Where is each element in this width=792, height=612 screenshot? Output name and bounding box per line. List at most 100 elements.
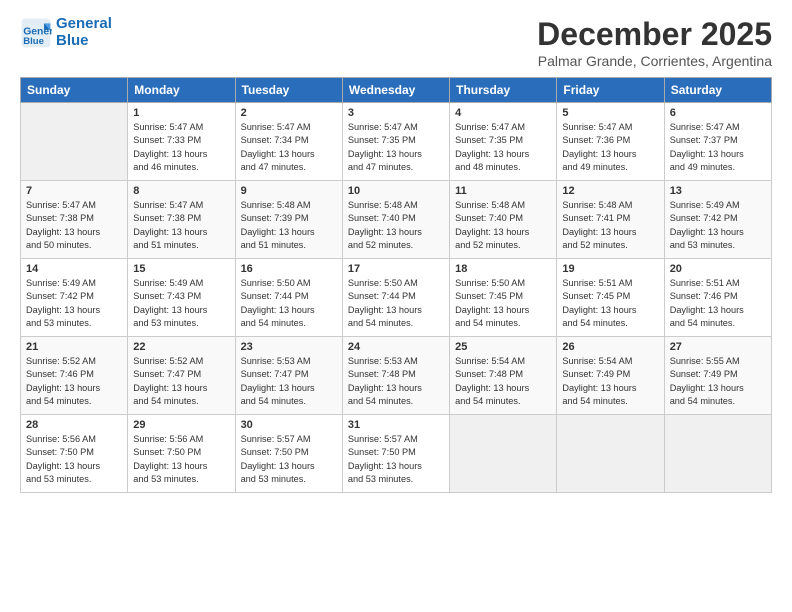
calendar-cell xyxy=(450,415,557,493)
calendar-cell: 12 Sunrise: 5:48 AM Sunset: 7:41 PM Dayli… xyxy=(557,181,664,259)
day-number: 15 xyxy=(133,263,229,275)
day-number: 12 xyxy=(562,185,658,197)
calendar-cell: 20Sunrise: 5:51 AM Sunset: 7:46 PM Dayli… xyxy=(664,259,771,337)
day-content: Sunrise: 5:47 AM Sunset: 7:38 PM Dayligh… xyxy=(26,199,122,252)
day-number: 23 xyxy=(241,341,337,353)
day-content: Sunrise: 5:50 AM Sunset: 7:44 PM Dayligh… xyxy=(241,277,337,330)
calendar-body: 1Sunrise: 5:47 AM Sunset: 7:33 PM Daylig… xyxy=(21,103,772,493)
weekday-header: Monday xyxy=(128,78,235,103)
day-number: 13 xyxy=(670,185,766,197)
day-content: Sunrise: 5:57 AM Sunset: 7:50 PM Dayligh… xyxy=(348,433,444,486)
day-content: Sunrise: 5:50 AM Sunset: 7:45 PM Dayligh… xyxy=(455,277,551,330)
weekday-header: Tuesday xyxy=(235,78,342,103)
calendar-cell: 10Sunrise: 5:48 AM Sunset: 7:40 PM Dayli… xyxy=(342,181,449,259)
page: General Blue General Blue December 2025 … xyxy=(0,0,792,503)
calendar-cell: 5 Sunrise: 5:47 AM Sunset: 7:36 PM Daylig… xyxy=(557,103,664,181)
day-number: 27 xyxy=(670,341,766,353)
weekday-header: Saturday xyxy=(664,78,771,103)
day-content: Sunrise: 5:54 AM Sunset: 7:48 PM Dayligh… xyxy=(455,355,551,408)
day-number: 30 xyxy=(241,419,337,431)
day-content: Sunrise: 5:48 AM Sunset: 7:39 PM Dayligh… xyxy=(241,199,337,252)
header: General Blue General Blue December 2025 … xyxy=(20,16,772,69)
month-title: December 2025 xyxy=(537,16,772,53)
day-number: 14 xyxy=(26,263,122,275)
day-content: Sunrise: 5:47 AM Sunset: 7:37 PM Dayligh… xyxy=(670,121,766,174)
day-content: Sunrise: 5:51 AM Sunset: 7:45 PM Dayligh… xyxy=(562,277,658,330)
day-content: Sunrise: 5:49 AM Sunset: 7:42 PM Dayligh… xyxy=(670,199,766,252)
calendar-cell: 31 Sunrise: 5:57 AM Sunset: 7:50 PM Dayli… xyxy=(342,415,449,493)
calendar-cell: 18 Sunrise: 5:50 AM Sunset: 7:45 PM Dayli… xyxy=(450,259,557,337)
calendar-cell: 25 Sunrise: 5:54 AM Sunset: 7:48 PM Dayli… xyxy=(450,337,557,415)
calendar-cell: 27 Sunrise: 5:55 AM Sunset: 7:49 PM Dayli… xyxy=(664,337,771,415)
calendar-cell: 3 Sunrise: 5:47 AM Sunset: 7:35 PM Daylig… xyxy=(342,103,449,181)
calendar-week-row: 21Sunrise: 5:52 AM Sunset: 7:46 PM Dayli… xyxy=(21,337,772,415)
day-content: Sunrise: 5:56 AM Sunset: 7:50 PM Dayligh… xyxy=(26,433,122,486)
day-number: 7 xyxy=(26,185,122,197)
logo: General Blue General Blue xyxy=(20,16,112,49)
calendar-cell: 14 Sunrise: 5:49 AM Sunset: 7:42 PM Dayli… xyxy=(21,259,128,337)
calendar-cell: 26Sunrise: 5:54 AM Sunset: 7:49 PM Dayli… xyxy=(557,337,664,415)
logo-blue: Blue xyxy=(56,33,112,50)
day-number: 18 xyxy=(455,263,551,275)
day-number: 16 xyxy=(241,263,337,275)
day-content: Sunrise: 5:47 AM Sunset: 7:38 PM Dayligh… xyxy=(133,199,229,252)
day-number: 19 xyxy=(562,263,658,275)
day-number: 25 xyxy=(455,341,551,353)
day-content: Sunrise: 5:52 AM Sunset: 7:47 PM Dayligh… xyxy=(133,355,229,408)
calendar-cell: 28 Sunrise: 5:56 AM Sunset: 7:50 PM Dayli… xyxy=(21,415,128,493)
calendar-cell: 16 Sunrise: 5:50 AM Sunset: 7:44 PM Dayli… xyxy=(235,259,342,337)
calendar-week-row: 7 Sunrise: 5:47 AM Sunset: 7:38 PM Daylig… xyxy=(21,181,772,259)
location-subtitle: Palmar Grande, Corrientes, Argentina xyxy=(537,53,772,69)
day-content: Sunrise: 5:47 AM Sunset: 7:36 PM Dayligh… xyxy=(562,121,658,174)
calendar-cell: 15Sunrise: 5:49 AM Sunset: 7:43 PM Dayli… xyxy=(128,259,235,337)
day-number: 26 xyxy=(562,341,658,353)
day-number: 5 xyxy=(562,107,658,119)
weekday-header: Thursday xyxy=(450,78,557,103)
calendar-week-row: 28 Sunrise: 5:56 AM Sunset: 7:50 PM Dayli… xyxy=(21,415,772,493)
day-number: 1 xyxy=(133,107,229,119)
svg-text:Blue: Blue xyxy=(23,36,44,47)
day-content: Sunrise: 5:55 AM Sunset: 7:49 PM Dayligh… xyxy=(670,355,766,408)
day-number: 28 xyxy=(26,419,122,431)
calendar-cell xyxy=(21,103,128,181)
day-number: 31 xyxy=(348,419,444,431)
calendar-cell: 29Sunrise: 5:56 AM Sunset: 7:50 PM Dayli… xyxy=(128,415,235,493)
day-number: 3 xyxy=(348,107,444,119)
calendar-cell: 7 Sunrise: 5:47 AM Sunset: 7:38 PM Daylig… xyxy=(21,181,128,259)
day-content: Sunrise: 5:47 AM Sunset: 7:35 PM Dayligh… xyxy=(455,121,551,174)
calendar-cell: 1Sunrise: 5:47 AM Sunset: 7:33 PM Daylig… xyxy=(128,103,235,181)
logo-icon: General Blue xyxy=(20,17,52,49)
calendar-header-row: SundayMondayTuesdayWednesdayThursdayFrid… xyxy=(21,78,772,103)
calendar-week-row: 1Sunrise: 5:47 AM Sunset: 7:33 PM Daylig… xyxy=(21,103,772,181)
day-content: Sunrise: 5:53 AM Sunset: 7:47 PM Dayligh… xyxy=(241,355,337,408)
day-content: Sunrise: 5:53 AM Sunset: 7:48 PM Dayligh… xyxy=(348,355,444,408)
day-number: 8 xyxy=(133,185,229,197)
calendar-cell: 8 Sunrise: 5:47 AM Sunset: 7:38 PM Daylig… xyxy=(128,181,235,259)
day-number: 2 xyxy=(241,107,337,119)
calendar-cell: 13 Sunrise: 5:49 AM Sunset: 7:42 PM Dayli… xyxy=(664,181,771,259)
day-number: 4 xyxy=(455,107,551,119)
weekday-header: Sunday xyxy=(21,78,128,103)
weekday-header: Wednesday xyxy=(342,78,449,103)
day-number: 11 xyxy=(455,185,551,197)
title-block: December 2025 Palmar Grande, Corrientes,… xyxy=(537,16,772,69)
day-number: 6 xyxy=(670,107,766,119)
calendar-table: SundayMondayTuesdayWednesdayThursdayFrid… xyxy=(20,77,772,493)
day-content: Sunrise: 5:50 AM Sunset: 7:44 PM Dayligh… xyxy=(348,277,444,330)
day-content: Sunrise: 5:48 AM Sunset: 7:41 PM Dayligh… xyxy=(562,199,658,252)
weekday-header: Friday xyxy=(557,78,664,103)
day-number: 17 xyxy=(348,263,444,275)
calendar-cell xyxy=(664,415,771,493)
day-content: Sunrise: 5:52 AM Sunset: 7:46 PM Dayligh… xyxy=(26,355,122,408)
day-content: Sunrise: 5:47 AM Sunset: 7:35 PM Dayligh… xyxy=(348,121,444,174)
calendar-cell: 11Sunrise: 5:48 AM Sunset: 7:40 PM Dayli… xyxy=(450,181,557,259)
day-number: 20 xyxy=(670,263,766,275)
calendar-cell: 22Sunrise: 5:52 AM Sunset: 7:47 PM Dayli… xyxy=(128,337,235,415)
day-number: 10 xyxy=(348,185,444,197)
day-content: Sunrise: 5:47 AM Sunset: 7:34 PM Dayligh… xyxy=(241,121,337,174)
calendar-cell: 17 Sunrise: 5:50 AM Sunset: 7:44 PM Dayli… xyxy=(342,259,449,337)
day-number: 9 xyxy=(241,185,337,197)
calendar-cell xyxy=(557,415,664,493)
day-content: Sunrise: 5:49 AM Sunset: 7:42 PM Dayligh… xyxy=(26,277,122,330)
calendar-week-row: 14 Sunrise: 5:49 AM Sunset: 7:42 PM Dayli… xyxy=(21,259,772,337)
